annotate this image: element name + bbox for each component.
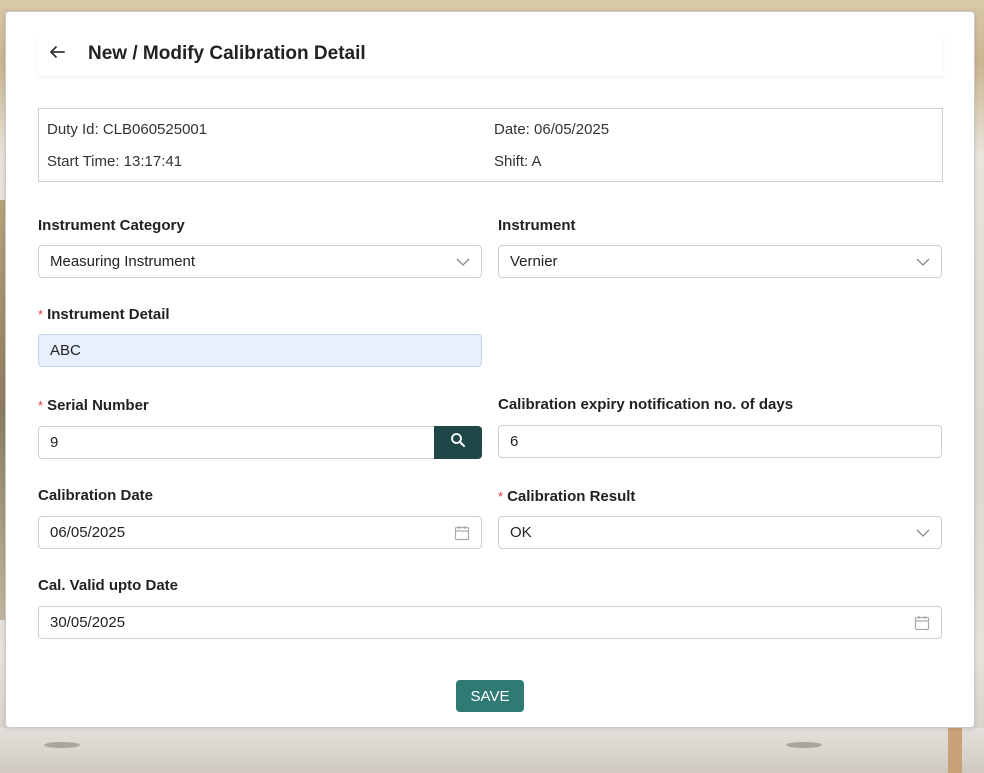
calendar-icon[interactable] — [903, 607, 941, 638]
instrument-detail-input[interactable]: ABC — [38, 334, 482, 367]
search-icon — [450, 432, 466, 453]
save-button[interactable]: SAVE — [456, 680, 524, 712]
background-shape — [948, 728, 962, 773]
required-marker: * — [498, 489, 504, 504]
background-shape — [44, 742, 80, 748]
instrument-select[interactable]: Vernier — [498, 245, 942, 278]
instrument-category-label: Instrument Category — [38, 217, 185, 234]
instrument-detail-label: * Instrument Detail — [38, 306, 170, 323]
calibration-result-label-text: Calibration Result — [507, 488, 636, 505]
required-marker: * — [38, 398, 44, 413]
arrow-left-icon — [48, 43, 66, 66]
back-button[interactable] — [40, 37, 74, 71]
valid-upto-label: Cal. Valid upto Date — [38, 577, 179, 594]
instrument-detail-label-text: Instrument Detail — [47, 306, 170, 323]
serial-search-button[interactable] — [434, 426, 482, 459]
background-floor — [0, 728, 984, 773]
calibration-form-card: New / Modify Calibration Detail Duty Id:… — [5, 11, 975, 728]
expiry-days-label: Calibration expiry notification no. of d… — [498, 396, 794, 413]
background-shape — [786, 742, 822, 748]
instrument-category-select[interactable]: Measuring Instrument — [38, 245, 482, 278]
calibration-date-value: 06/05/2025 — [50, 524, 126, 541]
page-header: New / Modify Calibration Detail — [38, 32, 943, 76]
duty-date: Date: 06/05/2025 — [494, 121, 610, 138]
shift: Shift: A — [494, 153, 542, 170]
page-title: New / Modify Calibration Detail — [88, 43, 366, 64]
serial-number-value: 9 — [50, 434, 59, 451]
valid-upto-input[interactable]: 30/05/2025 — [38, 606, 942, 639]
instrument-label: Instrument — [498, 217, 576, 234]
chevron-down-icon — [905, 246, 941, 277]
calibration-result-select[interactable]: OK — [498, 516, 942, 549]
calendar-icon[interactable] — [443, 517, 481, 548]
expiry-days-value: 6 — [510, 433, 519, 450]
chevron-down-icon — [445, 246, 481, 277]
duty-info-panel: Duty Id: CLB060525001 Date: 06/05/2025 S… — [38, 108, 943, 182]
calibration-date-input[interactable]: 06/05/2025 — [38, 516, 482, 549]
instrument-detail-value: ABC — [50, 342, 81, 359]
expiry-days-input[interactable]: 6 — [498, 425, 942, 458]
required-marker: * — [38, 307, 44, 322]
calibration-result-label: * Calibration Result — [498, 488, 635, 505]
duty-id: Duty Id: CLB060525001 — [47, 121, 208, 138]
start-time: Start Time: 13:17:41 — [47, 153, 183, 170]
calibration-result-value: OK — [510, 524, 532, 541]
chevron-down-icon — [905, 517, 941, 548]
calibration-date-label: Calibration Date — [38, 487, 154, 504]
serial-number-label-text: Serial Number — [47, 397, 149, 414]
serial-number-input[interactable]: 9 — [38, 426, 436, 459]
instrument-category-value: Measuring Instrument — [50, 253, 196, 270]
valid-upto-value: 30/05/2025 — [50, 614, 126, 631]
serial-number-label: * Serial Number — [38, 397, 149, 414]
instrument-value: Vernier — [510, 253, 558, 270]
